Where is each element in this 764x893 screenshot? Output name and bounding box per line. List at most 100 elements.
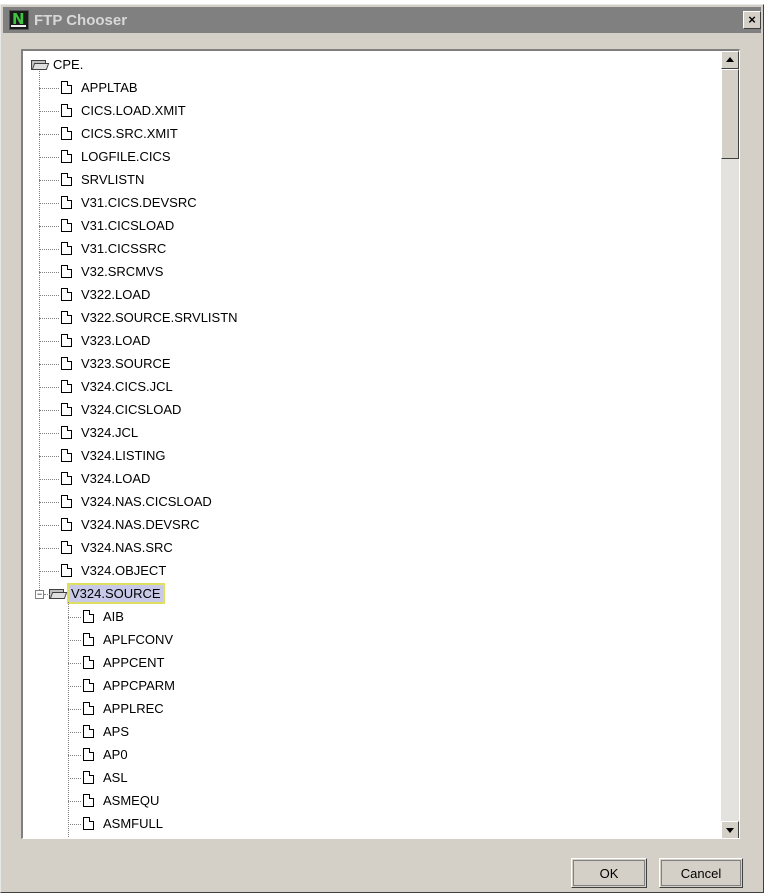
tree-item[interactable]: V323.LOAD <box>61 329 152 352</box>
document-icon <box>61 495 72 508</box>
document-icon <box>83 656 94 669</box>
tree-item-label: APPLTAB <box>81 80 138 95</box>
vertical-scrollbar[interactable] <box>721 51 739 838</box>
tree-item[interactable]: V323.SOURCE <box>61 352 173 375</box>
tree-item-label: APS <box>103 724 130 739</box>
tree-child-item[interactable]: ASL <box>83 766 130 789</box>
tree-item[interactable]: APPLTAB <box>61 76 140 99</box>
tree-item[interactable]: V324.JCL <box>61 421 140 444</box>
tree-item-label: ASMFULL <box>103 816 163 831</box>
tree-connector <box>39 87 59 89</box>
tree-item[interactable]: V322.LOAD <box>61 283 152 306</box>
document-icon <box>61 196 72 209</box>
tree-item-label: V324.NAS.SRC <box>81 540 173 555</box>
tree-connector <box>68 754 81 756</box>
tree-connector <box>39 432 59 434</box>
tree-item-label: CICS.LOAD.XMIT <box>81 103 186 118</box>
tree-child-item[interactable]: AIB <box>83 605 126 628</box>
tree-item[interactable]: LOGFILE.CICS <box>61 145 173 168</box>
tree-item[interactable]: V324.LOAD <box>61 467 152 490</box>
window-title: FTP Chooser <box>34 11 128 29</box>
tree-connector <box>68 616 81 618</box>
tree-connector <box>39 340 59 342</box>
tree-item[interactable]: V32.SRCMVS <box>61 260 165 283</box>
tree-connector <box>68 731 81 733</box>
document-icon <box>61 242 72 255</box>
tree-child-item[interactable]: APPLREC <box>83 697 166 720</box>
document-icon <box>83 817 94 830</box>
tree-connector <box>39 294 59 296</box>
tree-item[interactable]: CICS.LOAD.XMIT <box>61 99 188 122</box>
tree-connector <box>68 685 81 687</box>
tree-connector <box>44 593 50 595</box>
tree-child-item[interactable]: APS <box>83 720 131 743</box>
document-icon <box>61 288 72 301</box>
tree-child-item[interactable]: AP0 <box>83 743 130 766</box>
folder-open-icon <box>31 59 50 70</box>
tree-connector <box>39 363 59 365</box>
tree-item-label: APLFCONV <box>103 632 174 647</box>
scroll-down-button[interactable] <box>721 821 739 838</box>
tree-item-label: APPCENT <box>103 655 165 670</box>
tree-child-item[interactable]: APPCPARM <box>83 674 177 697</box>
tree-connector <box>39 317 59 319</box>
tree-connector <box>39 409 59 411</box>
tree-item-label: V32.SRCMVS <box>81 264 164 279</box>
tree-item[interactable]: V31.CICSSRC <box>61 237 168 260</box>
tree-connector <box>39 524 59 526</box>
document-icon <box>61 311 72 324</box>
collapse-toggle-icon[interactable]: − <box>35 589 44 599</box>
document-icon <box>83 771 94 784</box>
cancel-button[interactable]: Cancel <box>659 858 743 888</box>
tree-item-label: V324.SOURCE <box>67 583 165 604</box>
tree-child-item[interactable]: APPCENT <box>83 651 166 674</box>
document-icon <box>61 357 72 370</box>
document-icon <box>83 794 94 807</box>
document-icon <box>61 81 72 94</box>
tree-item[interactable]: CICS.SRC.XMIT <box>61 122 180 145</box>
close-button[interactable]: × <box>743 11 761 29</box>
tree-item-label: V31.CICS.DEVSRC <box>81 195 197 210</box>
scrollbar-thumb[interactable] <box>721 69 739 159</box>
arrow-up-icon <box>726 57 734 62</box>
tree-connector <box>68 602 69 838</box>
document-icon <box>61 173 72 186</box>
document-icon <box>83 748 94 761</box>
tree-item-label: V323.LOAD <box>81 333 151 348</box>
tree-connector <box>68 823 81 825</box>
tree-item[interactable]: V324.LISTING <box>61 444 168 467</box>
tree-item-label: CPE. <box>53 57 84 72</box>
title-bar[interactable]: N FTP Chooser × <box>3 7 761 33</box>
scroll-up-button[interactable] <box>721 51 739 69</box>
tree-item[interactable]: V324.CICSLOAD <box>61 398 183 421</box>
tree-child-item[interactable]: ASMEQU <box>83 789 161 812</box>
tree-item[interactable]: V324.NAS.DEVSRC <box>61 513 202 536</box>
tree-connector <box>39 386 59 388</box>
tree-item[interactable]: V324.CICS.JCL <box>61 375 175 398</box>
tree-connector <box>39 271 59 273</box>
tree-item[interactable]: V31.CICSLOAD <box>61 214 176 237</box>
tree-child-item[interactable]: ASMFULL <box>83 812 165 835</box>
document-icon <box>83 610 94 623</box>
arrow-down-icon <box>726 828 734 833</box>
tree-connector <box>39 570 59 572</box>
tree-item[interactable]: V324.OBJECT <box>61 559 168 582</box>
tree-connector <box>39 248 59 250</box>
tree-child-item[interactable]: APLFCONV <box>83 628 175 651</box>
tree-item-expanded-folder[interactable]: V324.SOURCE <box>49 582 165 605</box>
document-icon <box>61 334 72 347</box>
tree-item[interactable]: SRVLISTN <box>61 168 146 191</box>
document-icon <box>61 104 72 117</box>
tree-item[interactable]: V322.SOURCE.SRVLISTN <box>61 306 240 329</box>
tree-connector <box>39 70 40 590</box>
document-icon <box>61 219 72 232</box>
tree-item-label: V324.OBJECT <box>81 563 167 578</box>
tree-item[interactable]: V324.NAS.SRC <box>61 536 175 559</box>
tree-item-label: AP0 <box>103 747 128 762</box>
ok-button[interactable]: OK <box>571 858 647 888</box>
tree-item[interactable]: V31.CICS.DEVSRC <box>61 191 199 214</box>
tree-item[interactable]: V324.NAS.CICSLOAD <box>61 490 214 513</box>
tree-item-label: V31.CICSSRC <box>81 241 167 256</box>
document-icon <box>61 150 72 163</box>
document-icon <box>61 472 72 485</box>
